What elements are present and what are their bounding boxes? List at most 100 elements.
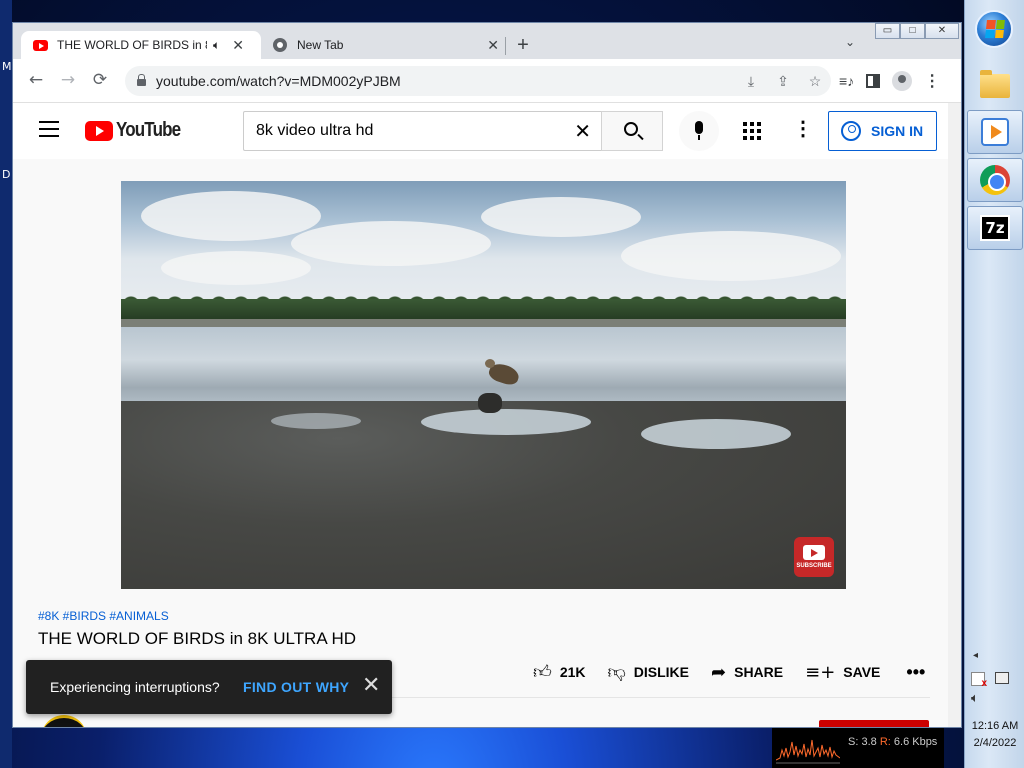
video-title: THE WORLD OF BIRDS in 8K ULTRA HD: [38, 629, 357, 648]
more-actions-button[interactable]: •••: [906, 662, 925, 683]
speaker-icon[interactable]: 🔈︎: [213, 38, 220, 53]
taskbar-7zip[interactable]: 7z: [967, 206, 1023, 250]
start-button[interactable]: [975, 10, 1013, 48]
eagle: [483, 357, 523, 397]
forward-button[interactable]: →: [57, 69, 79, 91]
dislike-button[interactable]: 👎︎ DISLIKE: [608, 661, 690, 683]
address-bar[interactable]: youtube.com/watch?v=MDM002yPJBM ⤓ ⇪ ☆: [125, 66, 831, 96]
browser-toolbar: ← → ⟳ youtube.com/watch?v=MDM002yPJBM ⤓ …: [13, 59, 961, 103]
system-tray: 🔈︎: [971, 672, 1015, 706]
video-actions: 👍︎ 21K 👎︎ DISLIKE ➦ SHARE ≡+ SAVE •••: [533, 661, 925, 684]
video-player[interactable]: SUBSCRIBE: [121, 181, 846, 589]
microphone-icon: [695, 121, 703, 134]
lock-icon[interactable]: [137, 74, 146, 86]
tab-strip: THE WORLD OF BIRDS in 8K ULTRA HD 🔈︎ ✕ N…: [13, 23, 961, 59]
sign-in-label: SIGN IN: [871, 123, 924, 139]
like-button[interactable]: 👍︎ 21K: [533, 661, 586, 683]
url-text[interactable]: youtube.com/watch?v=MDM002yPJBM: [156, 73, 401, 89]
search-button[interactable]: [601, 111, 663, 151]
media-player-icon: [981, 118, 1009, 146]
toast-message: Experiencing interruptions?: [50, 679, 220, 695]
interruption-toast: Experiencing interruptions? FIND OUT WHY…: [26, 660, 392, 714]
window-controls: ▭ □ ✕: [875, 23, 959, 39]
search-query[interactable]: 8k video ultra hd: [256, 122, 373, 140]
share-button[interactable]: ➦ SHARE: [711, 662, 783, 683]
receive-value: 6.6 Kbps: [893, 736, 938, 748]
taskbar: 7z ◂ 🔈︎ 12:16 AM 2/4/2022: [964, 0, 1024, 768]
subscribe-watermark[interactable]: SUBSCRIBE: [794, 537, 834, 577]
dislike-label: DISLIKE: [633, 664, 690, 680]
bandwidth-meter: S: 3.8 R: 6.6 Kbps: [772, 728, 944, 768]
thumbs-up-icon: 👍︎: [533, 662, 552, 683]
youtube-play-icon: [803, 545, 825, 560]
close-icon[interactable]: ✕: [362, 674, 380, 698]
taskbar-media-player[interactable]: [967, 110, 1023, 154]
new-tab-button[interactable]: +: [513, 35, 533, 55]
hamburger-menu-icon[interactable]: [39, 121, 59, 137]
desktop-icon-label[interactable]: M: [2, 60, 12, 73]
playlist-add-icon: ≡+: [805, 661, 836, 683]
apps-grid-icon[interactable]: [743, 122, 761, 140]
taskbar-chrome[interactable]: [967, 158, 1023, 202]
find-out-why-button[interactable]: FIND OUT WHY: [243, 679, 349, 695]
browser-window: THE WORLD OF BIRDS in 8K ULTRA HD 🔈︎ ✕ N…: [12, 22, 962, 728]
like-count: 21K: [559, 664, 586, 680]
action-center-icon[interactable]: [971, 672, 987, 689]
youtube-play-icon: [85, 120, 113, 141]
taskbar-explorer[interactable]: [967, 64, 1023, 108]
sign-in-button[interactable]: SIGN IN: [828, 111, 937, 151]
share-icon[interactable]: ⇪: [773, 71, 793, 91]
youtube-logo-text: YouTube: [116, 119, 181, 141]
close-tab-icon[interactable]: ✕: [487, 37, 499, 54]
network-icon[interactable]: [995, 672, 1009, 684]
close-tab-icon[interactable]: ✕: [232, 37, 244, 54]
treeline-base: [121, 299, 846, 321]
shoreline: [121, 319, 846, 327]
clock[interactable]: 12:16 AM 2/4/2022: [965, 718, 1024, 752]
close-window-button[interactable]: ✕: [925, 23, 959, 39]
desktop-icon-label[interactable]: D: [2, 168, 10, 181]
side-panel-icon[interactable]: [866, 74, 881, 88]
back-button[interactable]: ←: [25, 69, 47, 91]
desktop-edge: M D: [0, 0, 12, 768]
share-arrow-icon: ➦: [711, 661, 727, 683]
profile-icon[interactable]: [892, 71, 913, 91]
chevron-down-icon[interactable]: ⌄: [845, 35, 855, 49]
maximize-button[interactable]: □: [900, 23, 925, 39]
clock-time: 12:16 AM: [971, 720, 1019, 732]
reload-button[interactable]: ⟳: [89, 69, 111, 91]
page-scrollbar[interactable]: [948, 103, 961, 727]
subscribe-button[interactable]: [819, 720, 929, 727]
receive-label: R:: [879, 736, 891, 748]
bandwidth-graph: [776, 739, 840, 764]
send-value: 3.8: [861, 736, 877, 748]
tab-title: New Tab: [297, 38, 344, 52]
folder-icon: [980, 70, 1010, 98]
tab-new-tab[interactable]: New Tab ✕: [263, 31, 499, 59]
install-icon[interactable]: ⤓: [741, 71, 761, 91]
watch-page: SUBSCRIBE #8K #BIRDS #ANIMALS THE WORLD …: [13, 159, 948, 727]
thumbs-down-icon: 👎︎: [607, 662, 626, 683]
subscribe-watermark-label: SUBSCRIBE: [796, 563, 832, 569]
save-button[interactable]: ≡+ SAVE: [805, 662, 880, 683]
video-hashtags[interactable]: #8K #BIRDS #ANIMALS: [38, 609, 169, 623]
clear-search-icon[interactable]: ✕: [574, 119, 591, 144]
search-input[interactable]: 8k video ultra hd ✕: [243, 111, 601, 151]
minimize-button[interactable]: ▭: [875, 23, 900, 39]
volume-icon[interactable]: 🔈︎: [971, 690, 991, 706]
settings-more-button[interactable]: ⋮: [793, 117, 813, 141]
chrome-icon: [980, 165, 1010, 195]
tab-youtube[interactable]: THE WORLD OF BIRDS in 8K ULTRA HD 🔈︎ ✕: [21, 31, 261, 59]
send-label: S:: [848, 736, 859, 748]
tab-title: THE WORLD OF BIRDS in 8K ULTRA HD: [57, 38, 207, 52]
media-control-icon[interactable]: ≡♪: [839, 73, 854, 89]
voice-search-button[interactable]: [679, 111, 719, 151]
youtube-header: YouTube 8k video ultra hd ✕ ⋮ SIGN IN: [13, 103, 948, 159]
7zip-icon: 7z: [980, 215, 1010, 241]
star-icon[interactable]: ☆: [805, 71, 825, 91]
menu-icon[interactable]: ⋮: [924, 71, 940, 91]
bandwidth-readout: S: 3.8 R: 6.6 Kbps: [848, 736, 937, 748]
channel-avatar[interactable]: [41, 715, 87, 727]
youtube-logo[interactable]: YouTube: [85, 119, 192, 142]
show-hidden-icons-button[interactable]: ◂: [973, 650, 978, 661]
